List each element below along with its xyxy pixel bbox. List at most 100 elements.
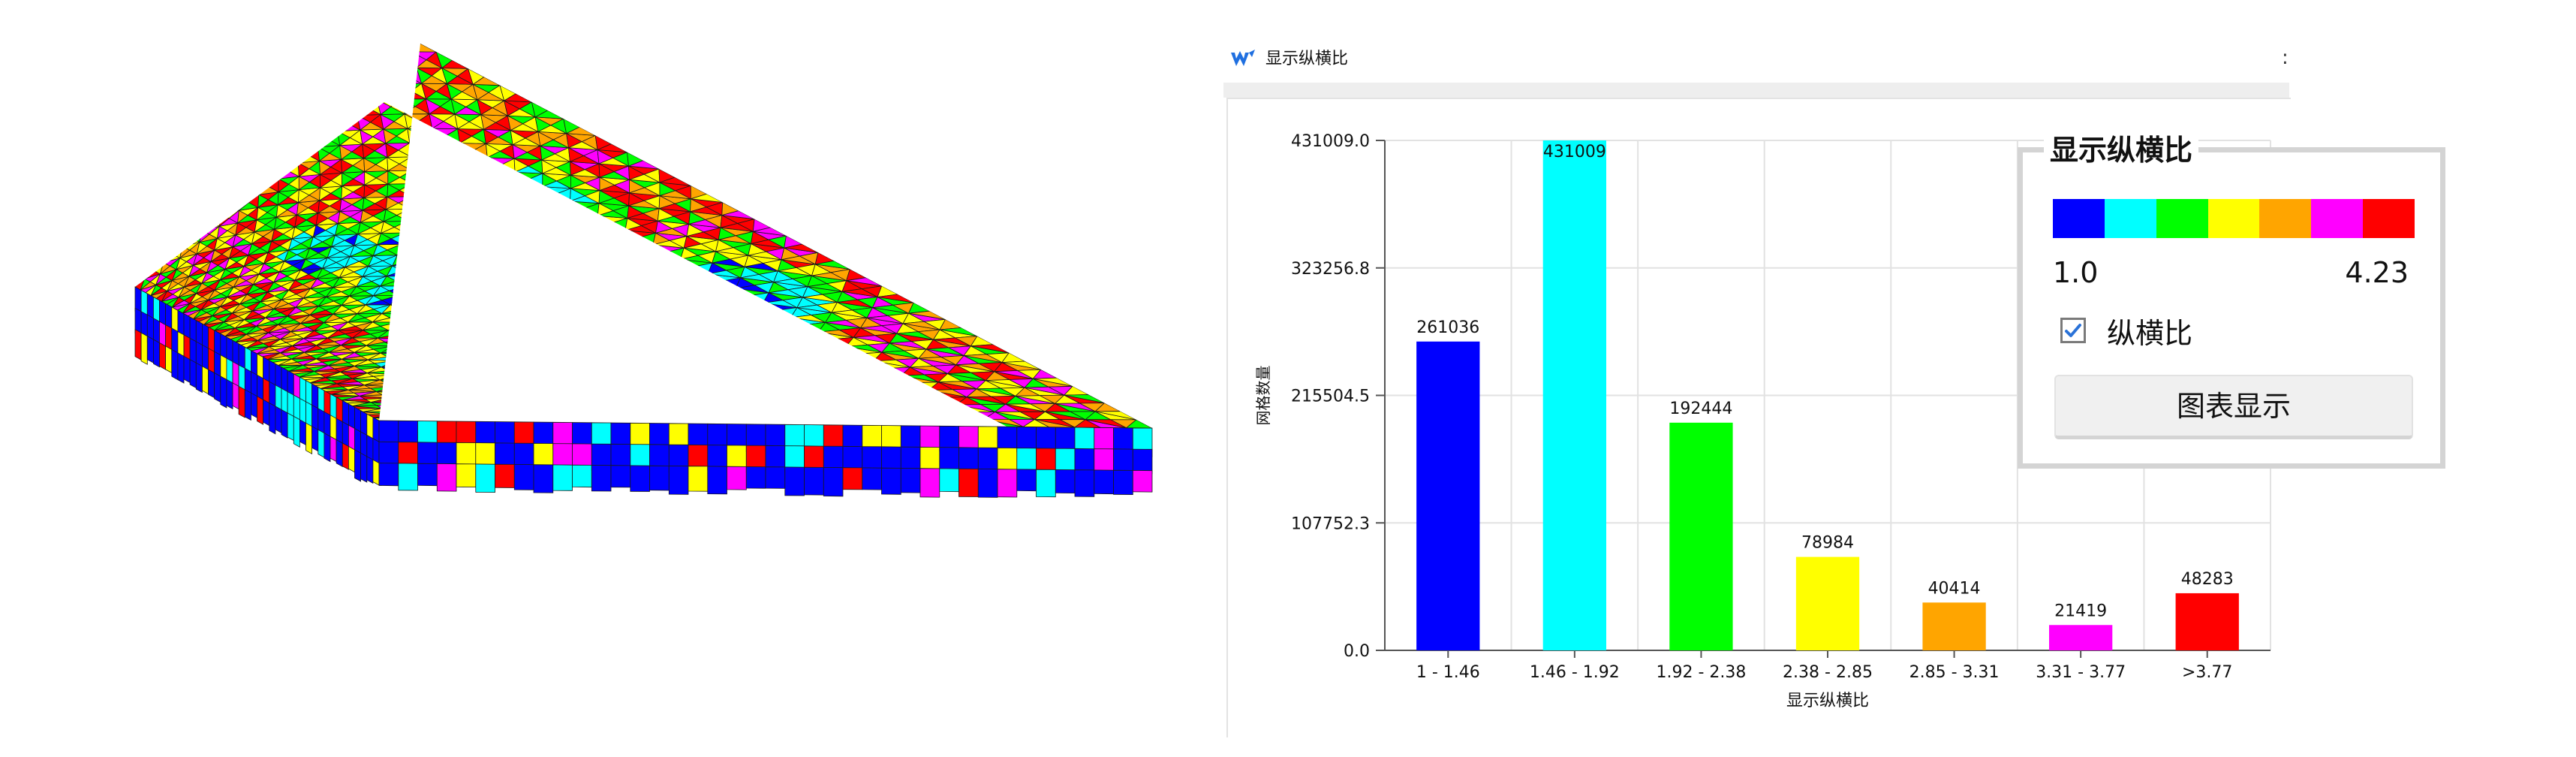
mesh-element — [749, 319, 784, 327]
mesh-element — [439, 286, 458, 297]
mesh-element — [432, 296, 451, 306]
mesh-element — [563, 225, 581, 238]
mesh-element — [670, 270, 691, 282]
mesh-element — [843, 377, 869, 386]
mesh-element — [566, 220, 596, 228]
bar-4[interactable] — [1795, 556, 1860, 650]
mesh-element — [576, 239, 594, 252]
mesh-element — [382, 408, 413, 412]
mesh-element — [431, 406, 462, 412]
mesh-element — [805, 418, 832, 426]
chart-display-button[interactable]: 图表显示 — [2054, 375, 2413, 439]
mesh-render-view[interactable] — [120, 30, 1156, 721]
mesh-element — [408, 381, 438, 386]
mesh-element — [880, 391, 919, 399]
mesh-element — [679, 336, 702, 345]
mesh-element — [703, 284, 736, 292]
mesh-element — [525, 333, 556, 340]
mesh-element — [614, 264, 646, 272]
mesh-element — [658, 340, 691, 348]
mesh-element — [592, 398, 626, 404]
mesh-element — [597, 291, 629, 299]
mesh-element — [602, 377, 635, 384]
mesh-element — [582, 313, 614, 321]
mesh-element — [471, 209, 487, 223]
mesh-element — [353, 99, 368, 116]
mesh-element — [413, 285, 432, 297]
bar-5[interactable] — [1922, 602, 1986, 650]
mesh-element — [398, 304, 417, 315]
mesh-element — [610, 418, 637, 424]
mesh-element — [483, 256, 501, 268]
bar-1[interactable] — [1416, 341, 1480, 650]
mesh-element — [395, 275, 413, 287]
mesh-element — [738, 367, 773, 375]
aspect-ratio-checkbox-row[interactable]: 纵横比 — [2060, 312, 2192, 350]
mesh-element — [574, 383, 600, 391]
mesh-element — [643, 385, 669, 393]
mesh-element — [644, 413, 679, 419]
mesh-element — [555, 259, 585, 267]
mesh-element — [401, 265, 418, 277]
mesh-element — [387, 368, 409, 375]
mesh-element — [880, 391, 919, 400]
mesh-side-element — [195, 362, 203, 394]
mesh-element — [513, 300, 534, 310]
mesh-element — [512, 382, 543, 387]
mesh-element — [411, 182, 425, 198]
mesh-element — [627, 336, 659, 344]
mesh-element — [758, 353, 793, 361]
mesh-element — [658, 360, 683, 369]
mesh-element — [543, 385, 576, 391]
mesh-element — [544, 400, 577, 406]
mesh-element — [649, 255, 681, 264]
mesh-element — [567, 261, 586, 273]
mesh-side-element — [572, 443, 592, 469]
mesh-element — [931, 412, 958, 420]
mesh-element — [554, 330, 577, 340]
bar-7[interactable] — [2175, 593, 2239, 650]
bar-2[interactable] — [1542, 140, 1606, 650]
mesh-element — [605, 322, 636, 330]
y-tick-label: 0.0 — [1344, 642, 1370, 661]
mesh-element — [627, 363, 660, 370]
aspect-ratio-checkbox[interactable] — [2060, 318, 2086, 343]
mesh-element — [894, 412, 933, 420]
mesh-element — [492, 356, 522, 362]
mesh-element — [627, 334, 659, 342]
mesh-element — [615, 336, 639, 346]
mesh-element — [452, 372, 475, 378]
mesh-element — [588, 250, 619, 258]
mesh-side-element — [202, 365, 209, 395]
mesh-element — [424, 414, 450, 418]
mesh-element — [621, 386, 655, 393]
bar-3[interactable] — [1669, 422, 1733, 650]
mesh-element — [906, 405, 945, 413]
mesh-element — [640, 397, 675, 404]
mesh-element — [525, 328, 547, 338]
mesh-element — [656, 378, 682, 387]
mesh-element — [639, 273, 672, 282]
mesh-element — [758, 351, 793, 359]
mesh-element — [609, 274, 641, 282]
mesh-element — [495, 372, 527, 378]
mesh-element — [772, 400, 808, 407]
mesh-element — [408, 366, 438, 371]
mesh-element — [557, 380, 589, 386]
mesh-element — [534, 409, 561, 415]
mesh-side-element — [436, 463, 457, 492]
mesh-side-element — [688, 466, 709, 492]
mesh-element — [448, 156, 462, 171]
mesh-element — [407, 351, 435, 356]
mesh-element — [626, 267, 646, 279]
mesh-element — [423, 285, 441, 297]
mesh-element — [492, 288, 512, 300]
mesh-element — [429, 363, 451, 371]
mesh-element — [564, 357, 596, 363]
bar-6[interactable] — [2049, 625, 2113, 650]
mesh-element — [446, 276, 464, 288]
mesh-element — [582, 310, 614, 318]
close-icon[interactable]: : — [2282, 45, 2289, 71]
mesh-element — [708, 318, 731, 328]
mesh-element — [602, 370, 627, 378]
